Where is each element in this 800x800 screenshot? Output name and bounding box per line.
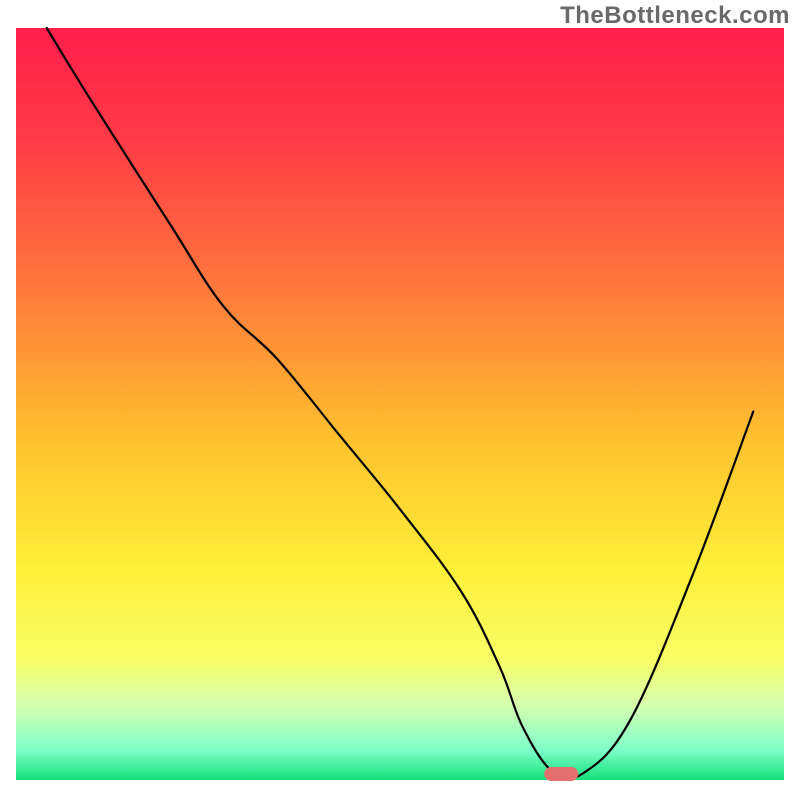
- optimal-marker: [544, 767, 578, 781]
- chart-stage: TheBottleneck.com: [0, 0, 800, 800]
- chart-svg: [0, 0, 800, 800]
- watermark-text: TheBottleneck.com: [560, 2, 790, 30]
- plot-background: [16, 28, 784, 780]
